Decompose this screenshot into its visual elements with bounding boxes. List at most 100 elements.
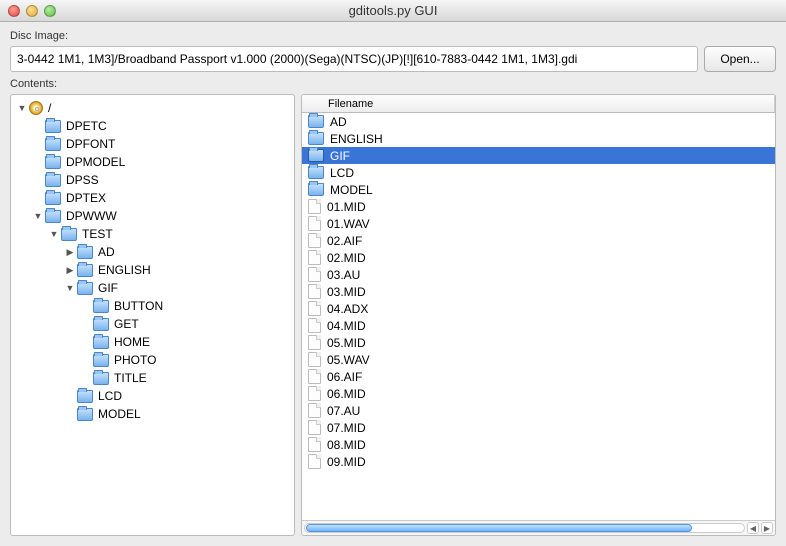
- folder-icon: [308, 166, 324, 179]
- tree-pane[interactable]: ▼/DPETCDPFONTDPMODELDPSSDPTEX▼DPWWW▼TEST…: [10, 94, 295, 536]
- file-icon: [308, 454, 321, 469]
- tree-item-label: DPTEX: [66, 191, 106, 205]
- file-icon: [308, 199, 321, 214]
- contents-label: Contents:: [10, 78, 776, 90]
- list-row[interactable]: 06.MID: [302, 385, 775, 402]
- list-body[interactable]: ADENGLISHGIFLCDMODEL 01.MID 01.WAV02.AIF02…: [302, 113, 775, 520]
- tree-item[interactable]: TITLE: [79, 369, 294, 387]
- tree-item[interactable]: PHOTO: [79, 351, 294, 369]
- folder-icon: [93, 318, 109, 331]
- tree-item[interactable]: LCD: [63, 387, 294, 405]
- scroll-right-icon[interactable]: ▶: [761, 522, 773, 534]
- tree-item[interactable]: GET: [79, 315, 294, 333]
- tree-item-label: /: [48, 101, 51, 115]
- disclosure-open-icon[interactable]: ▼: [49, 229, 59, 239]
- file-icon: [308, 216, 321, 231]
- window-controls: [8, 5, 56, 17]
- file-icon: [308, 318, 321, 333]
- tree-item[interactable]: BUTTON: [79, 297, 294, 315]
- tree-item[interactable]: ▼ TEST: [47, 225, 294, 243]
- disclosure-open-icon[interactable]: ▼: [17, 103, 27, 113]
- file-icon: [308, 403, 321, 418]
- tree-item[interactable]: DPETC: [31, 117, 294, 135]
- tree-item-label: MODEL: [98, 407, 141, 421]
- tree-item[interactable]: MODEL: [63, 405, 294, 423]
- titlebar[interactable]: gditools.py GUI: [0, 0, 786, 22]
- list-row[interactable]: 01.WAV: [302, 215, 775, 232]
- close-icon[interactable]: [8, 5, 20, 17]
- file-icon: [308, 284, 321, 299]
- tree-item[interactable]: HOME: [79, 333, 294, 351]
- list-item-label: 07.AU: [327, 404, 360, 418]
- disc-path-input[interactable]: 3-0442 1M1, 1M3]/Broadband Passport v1.0…: [10, 46, 698, 72]
- tree-root[interactable]: ▼/: [15, 99, 294, 117]
- disclosure-closed-icon[interactable]: ▶: [65, 265, 75, 275]
- folder-icon: [45, 120, 61, 133]
- disclosure-open-icon[interactable]: ▼: [33, 211, 43, 221]
- folder-icon: [93, 372, 109, 385]
- list-row[interactable]: 01.MID: [302, 198, 775, 215]
- list-row[interactable]: 06.AIF: [302, 368, 775, 385]
- tree-item[interactable]: DPTEX: [31, 189, 294, 207]
- folder-icon: [77, 282, 93, 295]
- scroll-left-icon[interactable]: ◀: [747, 522, 759, 534]
- file-icon: [308, 437, 321, 452]
- folder-icon: [45, 156, 61, 169]
- list-row[interactable]: 07.MID: [302, 419, 775, 436]
- list-row[interactable]: 05.MID: [302, 334, 775, 351]
- disc-image-label: Disc Image:: [10, 30, 776, 42]
- list-item-label: 09.MID: [327, 455, 366, 469]
- tree-item-label: DPMODEL: [66, 155, 125, 169]
- scrollbar-track[interactable]: [304, 523, 745, 533]
- list-row[interactable]: GIF: [302, 147, 775, 164]
- list-row[interactable]: 03.AU: [302, 266, 775, 283]
- list-item-label: 01.MID: [327, 200, 366, 214]
- list-row[interactable]: LCD: [302, 164, 775, 181]
- file-icon: [308, 386, 321, 401]
- list-item-label: 05.WAV: [327, 353, 370, 367]
- file-icon: [308, 420, 321, 435]
- list-header[interactable]: Filename: [302, 95, 775, 113]
- list-row[interactable]: 09.MID: [302, 453, 775, 470]
- tree-item[interactable]: ▼GIF: [63, 279, 294, 297]
- minimize-icon[interactable]: [26, 5, 38, 17]
- list-item-label: 03.MID: [327, 285, 366, 299]
- file-icon: [308, 233, 321, 248]
- list-row[interactable]: AD: [302, 113, 775, 130]
- tree-item[interactable]: DPSS: [31, 171, 294, 189]
- list-row[interactable]: 04.MID: [302, 317, 775, 334]
- scrollbar-thumb[interactable]: [306, 524, 692, 532]
- tree-item-label: ENGLISH: [98, 263, 151, 277]
- list-row[interactable]: 07.AU: [302, 402, 775, 419]
- list-row[interactable]: 05.WAV: [302, 351, 775, 368]
- tree-item-label: AD: [98, 245, 115, 259]
- list-row[interactable]: 02.MID: [302, 249, 775, 266]
- list-row[interactable]: 03.MID: [302, 283, 775, 300]
- list-row[interactable]: 02.AIF: [302, 232, 775, 249]
- list-row[interactable]: 04.ADX: [302, 300, 775, 317]
- open-button[interactable]: Open...: [704, 46, 776, 72]
- folder-icon: [308, 183, 324, 196]
- list-item-label: AD: [330, 115, 347, 129]
- tree-item[interactable]: DPMODEL: [31, 153, 294, 171]
- list-row[interactable]: MODEL: [302, 181, 775, 198]
- list-item-label: 01.WAV: [327, 217, 370, 231]
- list-row[interactable]: 08.MID: [302, 436, 775, 453]
- disclosure-closed-icon[interactable]: ▶: [65, 247, 75, 257]
- file-icon: [308, 267, 321, 282]
- folder-icon: [45, 192, 61, 205]
- file-icon: [308, 335, 321, 350]
- filename-column-header[interactable]: Filename: [302, 95, 775, 112]
- disc-icon: [29, 101, 43, 115]
- tree-item-label: LCD: [98, 389, 122, 403]
- disclosure-open-icon[interactable]: ▼: [65, 283, 75, 293]
- tree-item-label: TEST: [82, 227, 113, 241]
- list-row[interactable]: ENGLISH: [302, 130, 775, 147]
- tree-item[interactable]: ▼DPWWW: [31, 207, 294, 225]
- tree-item[interactable]: DPFONT: [31, 135, 294, 153]
- zoom-icon[interactable]: [44, 5, 56, 17]
- tree-item[interactable]: ▶ ENGLISH: [63, 261, 294, 279]
- tree-item-label: HOME: [114, 335, 150, 349]
- tree-item[interactable]: ▶ AD: [63, 243, 294, 261]
- horizontal-scrollbar[interactable]: ◀ ▶: [302, 520, 775, 535]
